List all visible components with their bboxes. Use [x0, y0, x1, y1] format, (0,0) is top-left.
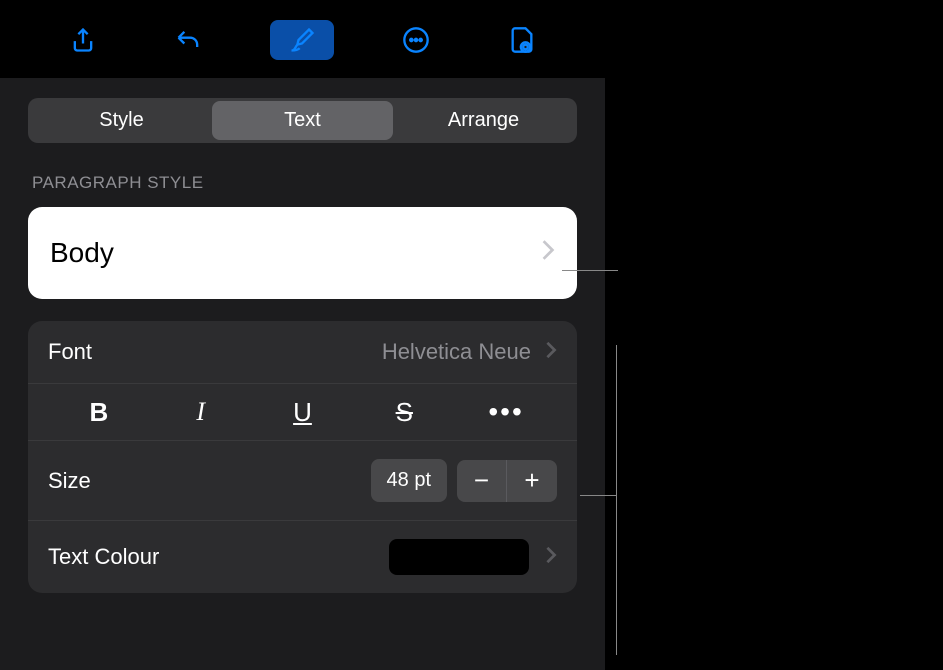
font-settings-group: Font Helvetica Neue B I U S ••• Size — [28, 321, 577, 593]
text-style-row: B I U S ••• — [28, 384, 577, 441]
paragraph-style-picker[interactable]: Body — [28, 207, 577, 299]
share-icon — [69, 26, 97, 54]
underline-button[interactable]: U — [274, 397, 330, 428]
paragraph-style-header: Paragraph Style — [32, 173, 577, 193]
font-value: Helvetica Neue — [382, 339, 531, 365]
format-brush-button[interactable] — [270, 20, 334, 60]
strikethrough-button[interactable]: S — [376, 397, 432, 428]
font-row[interactable]: Font Helvetica Neue — [28, 321, 577, 384]
font-label: Font — [48, 339, 382, 365]
tab-arrange[interactable]: Arrange — [393, 101, 574, 140]
size-row: Size 48 pt − + — [28, 441, 577, 521]
more-button[interactable] — [391, 20, 441, 60]
callout-line — [580, 495, 616, 496]
text-colour-label: Text Colour — [48, 544, 389, 570]
italic-button[interactable]: I — [173, 397, 229, 427]
bold-button[interactable]: B — [71, 397, 127, 428]
undo-button[interactable] — [164, 20, 214, 60]
document-button[interactable] — [497, 20, 547, 60]
format-content: Style Text Arrange Paragraph Style Body … — [0, 78, 605, 613]
undo-icon — [175, 26, 203, 54]
more-formatting-button[interactable]: ••• — [478, 396, 534, 428]
tab-text[interactable]: Text — [212, 101, 393, 140]
chevron-right-icon — [541, 239, 555, 268]
size-stepper: − + — [457, 460, 557, 502]
size-controls: 48 pt − + — [371, 459, 557, 502]
callout-line — [562, 270, 618, 271]
chevron-right-icon — [545, 544, 557, 570]
size-decrease-button[interactable]: − — [457, 460, 507, 502]
callout-line — [616, 345, 617, 655]
size-value-field[interactable]: 48 pt — [371, 459, 447, 502]
top-toolbar — [0, 0, 605, 78]
more-circle-icon — [402, 26, 430, 54]
document-icon — [508, 26, 536, 54]
share-button[interactable] — [58, 20, 108, 60]
paragraph-style-value: Body — [50, 237, 114, 269]
segmented-control: Style Text Arrange — [28, 98, 577, 143]
brush-icon — [288, 26, 316, 54]
size-label: Size — [48, 468, 371, 494]
chevron-right-icon — [545, 339, 557, 365]
tab-style[interactable]: Style — [31, 101, 212, 140]
text-colour-row[interactable]: Text Colour — [28, 521, 577, 593]
colour-swatch[interactable] — [389, 539, 529, 575]
format-panel: Style Text Arrange Paragraph Style Body … — [0, 0, 605, 670]
size-increase-button[interactable]: + — [507, 460, 557, 502]
format-buttons: B I U S ••• — [48, 396, 557, 428]
